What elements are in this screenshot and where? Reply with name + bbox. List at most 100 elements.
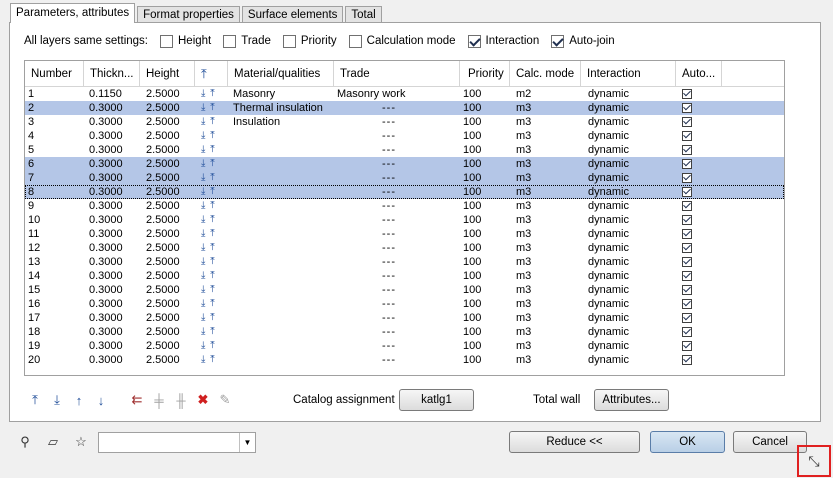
layer-auto-join[interactable]	[676, 115, 722, 129]
layer-material[interactable]	[228, 255, 334, 269]
col-height[interactable]: Height	[140, 61, 195, 86]
layer-height[interactable]: 2.5000	[140, 87, 195, 101]
checkbox[interactable]	[348, 34, 362, 48]
tab-format-properties[interactable]: Format properties	[137, 6, 240, 23]
layer-calc-mode[interactable]: m3	[510, 283, 581, 297]
layer-auto-join[interactable]	[676, 283, 722, 297]
col-interaction[interactable]: Interaction	[581, 61, 676, 86]
layer-height[interactable]: 2.5000	[140, 255, 195, 269]
auto-join-checkbox[interactable]	[682, 145, 692, 156]
layer-trade[interactable]: ---	[334, 101, 460, 115]
layer-priority[interactable]: 100	[460, 297, 510, 311]
layer-priority[interactable]: 100	[460, 87, 510, 101]
table-row[interactable]: 14 0.3000 2.5000 ⤓ ⤒ --- 100 m3 dynamic	[25, 269, 784, 283]
layer-calc-mode[interactable]: m3	[510, 171, 581, 185]
layer-auto-join[interactable]	[676, 255, 722, 269]
layer-thickness[interactable]: 0.3000	[84, 241, 140, 255]
height-top-icon[interactable]: ⤒	[210, 326, 215, 337]
auto-join-checkbox[interactable]	[682, 103, 692, 114]
layer-material[interactable]	[228, 241, 334, 255]
table-row[interactable]: 15 0.3000 2.5000 ⤓ ⤒ --- 100 m3 dynamic	[25, 283, 784, 297]
height-bottom-icon[interactable]: ⤓	[201, 172, 206, 183]
layer-number[interactable]: 5	[25, 143, 84, 157]
layer-interaction[interactable]: dynamic	[581, 115, 676, 129]
layer-thickness[interactable]: 0.3000	[84, 339, 140, 353]
height-ref-icons[interactable]: ⤓ ⤒	[195, 87, 228, 101]
checkbox[interactable]	[551, 34, 565, 48]
same-setting-option[interactable]: Trade	[223, 34, 271, 48]
layer-priority[interactable]: 100	[460, 185, 510, 199]
layer-height[interactable]: 2.5000	[140, 213, 195, 227]
layer-priority[interactable]: 100	[460, 283, 510, 297]
layer-number[interactable]: 6	[25, 157, 84, 171]
layer-interaction[interactable]: dynamic	[581, 227, 676, 241]
layer-trade[interactable]: ---	[334, 213, 460, 227]
layer-auto-join[interactable]	[676, 353, 722, 367]
layer-trade[interactable]: ---	[334, 143, 460, 157]
height-top-icon[interactable]: ⤒	[210, 214, 215, 225]
layer-trade[interactable]: Masonry work	[334, 87, 460, 101]
layer-trade[interactable]: ---	[334, 227, 460, 241]
height-top-icon[interactable]: ⤒	[210, 88, 215, 99]
height-bottom-icon[interactable]: ⤓	[201, 130, 206, 141]
table-row[interactable]: 1 0.1150 2.5000 ⤓ ⤒ Masonry Masonry work 100 m2…	[25, 87, 784, 101]
layer-calc-mode[interactable]: m3	[510, 311, 581, 325]
layer-height[interactable]: 2.5000	[140, 143, 195, 157]
move-to-bottom-icon[interactable]: ⤓	[46, 389, 68, 411]
height-bottom-icon[interactable]: ⤓	[201, 256, 206, 267]
checkbox[interactable]	[160, 34, 173, 48]
layer-height[interactable]: 2.5000	[140, 339, 195, 353]
height-top-icon[interactable]: ⤒	[210, 116, 215, 127]
tab-total[interactable]: Total	[345, 6, 382, 23]
tab-parameters-attributes[interactable]: Parameters, attributes	[10, 3, 136, 23]
layer-calc-mode[interactable]: m3	[510, 185, 581, 199]
move-down-icon[interactable]: ↓	[90, 389, 112, 411]
layer-thickness[interactable]: 0.3000	[84, 129, 140, 143]
layer-number[interactable]: 16	[25, 297, 84, 311]
layer-interaction[interactable]: dynamic	[581, 325, 676, 339]
split-layer-icon[interactable]: ╪	[148, 389, 170, 411]
layer-thickness[interactable]: 0.3000	[84, 143, 140, 157]
layer-thickness[interactable]: 0.3000	[84, 213, 140, 227]
layer-interaction[interactable]: dynamic	[581, 255, 676, 269]
height-ref-icons[interactable]: ⤓ ⤒	[195, 115, 228, 129]
same-setting-option[interactable]: Height	[160, 34, 211, 48]
layer-calc-mode[interactable]: m3	[510, 339, 581, 353]
layer-auto-join[interactable]	[676, 171, 722, 185]
layer-material[interactable]	[228, 185, 334, 199]
height-top-icon[interactable]: ⤒	[210, 354, 215, 365]
height-bottom-icon[interactable]: ⤓	[201, 298, 206, 309]
auto-join-checkbox[interactable]	[682, 159, 692, 170]
chevron-down-icon[interactable]: ▼	[239, 432, 255, 452]
col-thickness[interactable]: Thickn...	[84, 61, 140, 86]
table-row[interactable]: 8 0.3000 2.5000 ⤓ ⤒ --- 100 m3 dynamic	[25, 185, 784, 199]
layer-auto-join[interactable]	[676, 213, 722, 227]
open-favorite-icon[interactable]: ▱	[42, 431, 64, 453]
auto-join-checkbox[interactable]	[682, 89, 692, 100]
layer-auto-join[interactable]	[676, 157, 722, 171]
height-bottom-icon[interactable]: ⤓	[201, 158, 206, 169]
checkbox[interactable]	[223, 34, 237, 48]
layer-priority[interactable]: 100	[460, 199, 510, 213]
auto-join-checkbox[interactable]	[682, 285, 692, 296]
layer-interaction[interactable]: dynamic	[581, 339, 676, 353]
layer-priority[interactable]: 100	[460, 353, 510, 367]
layer-auto-join[interactable]	[676, 241, 722, 255]
height-ref-icons[interactable]: ⤓ ⤒	[195, 157, 228, 171]
layer-material[interactable]	[228, 227, 334, 241]
height-ref-icons[interactable]: ⤓ ⤒	[195, 171, 228, 185]
layer-trade[interactable]: ---	[334, 269, 460, 283]
layer-height[interactable]: 2.5000	[140, 325, 195, 339]
layer-number[interactable]: 1	[25, 87, 84, 101]
layer-auto-join[interactable]	[676, 199, 722, 213]
layer-calc-mode[interactable]: m3	[510, 255, 581, 269]
checkbox[interactable]	[282, 34, 296, 48]
height-bottom-icon[interactable]: ⤓	[201, 340, 206, 351]
layer-material[interactable]: Thermal insulation	[228, 101, 334, 115]
table-row[interactable]: 18 0.3000 2.5000 ⤓ ⤒ --- 100 m3 dynamic	[25, 325, 784, 339]
layer-priority[interactable]: 100	[460, 339, 510, 353]
height-top-icon[interactable]: ⤒	[210, 340, 215, 351]
col-auto-join[interactable]: Auto...	[676, 61, 722, 86]
layer-interaction[interactable]: dynamic	[581, 157, 676, 171]
auto-join-checkbox[interactable]	[682, 201, 692, 212]
